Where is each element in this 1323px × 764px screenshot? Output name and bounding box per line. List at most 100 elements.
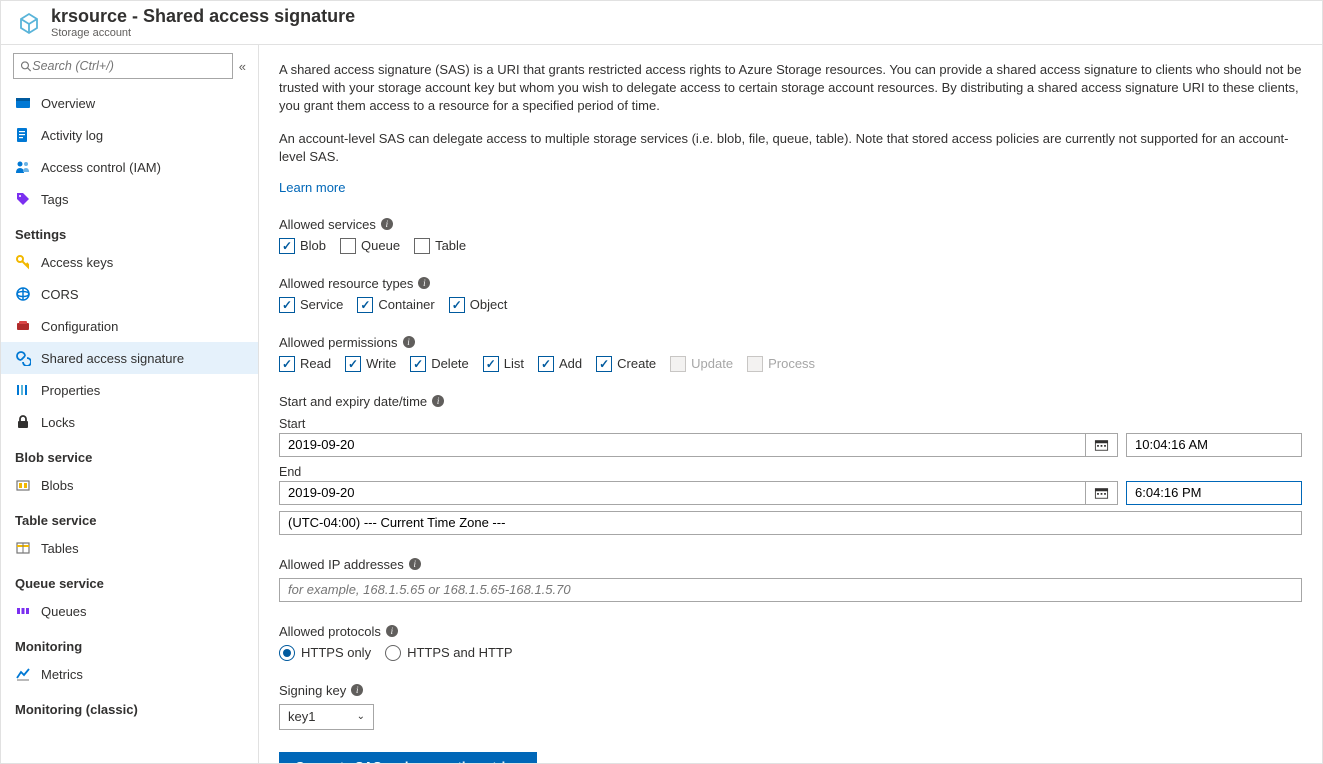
sidebar-item-blobs[interactable]: Blobs [1,469,258,501]
check-update: Update [670,356,733,372]
sidebar-item-overview[interactable]: Overview [1,87,258,119]
sidebar-item-access-keys[interactable]: Access keys [1,246,258,278]
sidebar-item-metrics[interactable]: Metrics [1,658,258,690]
check-object[interactable]: Object [449,297,508,313]
allowed-ip-input[interactable] [279,578,1302,602]
start-time-input[interactable] [1126,433,1302,457]
search-input-wrap[interactable] [13,53,233,79]
check-service[interactable]: Service [279,297,343,313]
metrics-icon [15,666,31,682]
sidebar-item-access-control[interactable]: Access control (IAM) [1,151,258,183]
blade-header: krsource - Shared access signature Stora… [1,1,1322,45]
end-date-calendar-button[interactable] [1085,482,1117,504]
generate-sas-button[interactable]: Generate SAS and connection string [279,752,537,763]
sidebar-item-sas[interactable]: Shared access signature [1,342,258,374]
checkbox-icon [410,356,426,372]
checkbox-icon [279,238,295,254]
allowed-services-options: Blob Queue Table [279,238,1302,254]
start-date-input-wrap[interactable] [279,433,1118,457]
info-icon[interactable]: i [418,277,430,289]
sas-icon [15,350,31,366]
main-content: A shared access signature (SAS) is a URI… [259,45,1322,763]
signing-key-label: Signing key [279,683,346,698]
allowed-ip-label: Allowed IP addresses [279,557,404,572]
checkbox-icon [279,297,295,313]
check-delete[interactable]: Delete [410,356,469,372]
search-icon [20,60,32,73]
checkbox-icon [596,356,612,372]
datetime-label: Start and expiry date/time [279,394,427,409]
sidebar-label: Activity log [41,128,103,143]
end-date-input-wrap[interactable] [279,481,1118,505]
check-queue[interactable]: Queue [340,238,400,254]
check-table[interactable]: Table [414,238,466,254]
sidebar-item-tags[interactable]: Tags [1,183,258,215]
end-time-input[interactable] [1126,481,1302,505]
allowed-services-label: Allowed services [279,217,376,232]
search-input[interactable] [32,59,226,73]
learn-more-link[interactable]: Learn more [279,180,345,195]
checkbox-icon [483,356,499,372]
sidebar-item-activity-log[interactable]: Activity log [1,119,258,151]
intro-paragraph-1: A shared access signature (SAS) is a URI… [279,61,1302,116]
sidebar-label: Shared access signature [41,351,184,366]
info-icon[interactable]: i [432,395,444,407]
calendar-icon [1094,486,1109,500]
info-icon[interactable]: i [403,336,415,348]
sidebar-item-locks[interactable]: Locks [1,406,258,438]
start-label: Start [279,417,1302,431]
check-container[interactable]: Container [357,297,434,313]
info-icon[interactable]: i [351,684,363,696]
signing-key-select[interactable]: key1 ⌄ [279,704,374,730]
end-label: End [279,465,1302,479]
check-write[interactable]: Write [345,356,396,372]
check-blob[interactable]: Blob [279,238,326,254]
sidebar-label: Properties [41,383,100,398]
info-icon[interactable]: i [409,558,421,570]
activity-log-icon [15,127,31,143]
section-table: Table service [1,501,258,532]
cors-icon [15,286,31,302]
sidebar-label: Tables [41,541,79,556]
info-icon[interactable]: i [381,218,393,230]
queues-icon [15,603,31,619]
radio-https-http[interactable]: HTTPS and HTTP [385,645,512,661]
sidebar-label: Overview [41,96,95,111]
sidebar-label: Metrics [41,667,83,682]
sidebar-label: Tags [41,192,68,207]
start-date-input[interactable] [280,434,1085,456]
check-add[interactable]: Add [538,356,582,372]
sidebar-item-queues[interactable]: Queues [1,595,258,627]
checkbox-icon [449,297,465,313]
page-subtitle: Storage account [51,27,355,39]
sidebar-label: Access control (IAM) [41,160,161,175]
check-list[interactable]: List [483,356,524,372]
allowed-permissions-options: Read Write Delete List Add Create Update… [279,356,1302,372]
sidebar-item-configuration[interactable]: Configuration [1,310,258,342]
radio-icon [385,645,401,661]
allowed-protocols-label: Allowed protocols [279,624,381,639]
collapse-sidebar-button[interactable]: « [239,59,246,74]
end-date-input[interactable] [280,482,1085,504]
checkbox-icon [279,356,295,372]
lock-icon [15,414,31,430]
timezone-input[interactable] [279,511,1302,535]
check-read[interactable]: Read [279,356,331,372]
storage-account-icon [17,11,41,35]
sidebar-item-properties[interactable]: Properties [1,374,258,406]
section-monitoring: Monitoring [1,627,258,658]
sidebar-item-tables[interactable]: Tables [1,532,258,564]
chevron-down-icon: ⌄ [357,711,365,722]
checkbox-icon [340,238,356,254]
info-icon[interactable]: i [386,625,398,637]
radio-https-only[interactable]: HTTPS only [279,645,371,661]
access-control-icon [15,159,31,175]
tags-icon [15,191,31,207]
sidebar-label: Blobs [41,478,74,493]
radio-icon [279,645,295,661]
check-create[interactable]: Create [596,356,656,372]
page-title: krsource - Shared access signature [51,6,355,27]
start-date-calendar-button[interactable] [1085,434,1117,456]
tables-icon [15,540,31,556]
sidebar-item-cors[interactable]: CORS [1,278,258,310]
